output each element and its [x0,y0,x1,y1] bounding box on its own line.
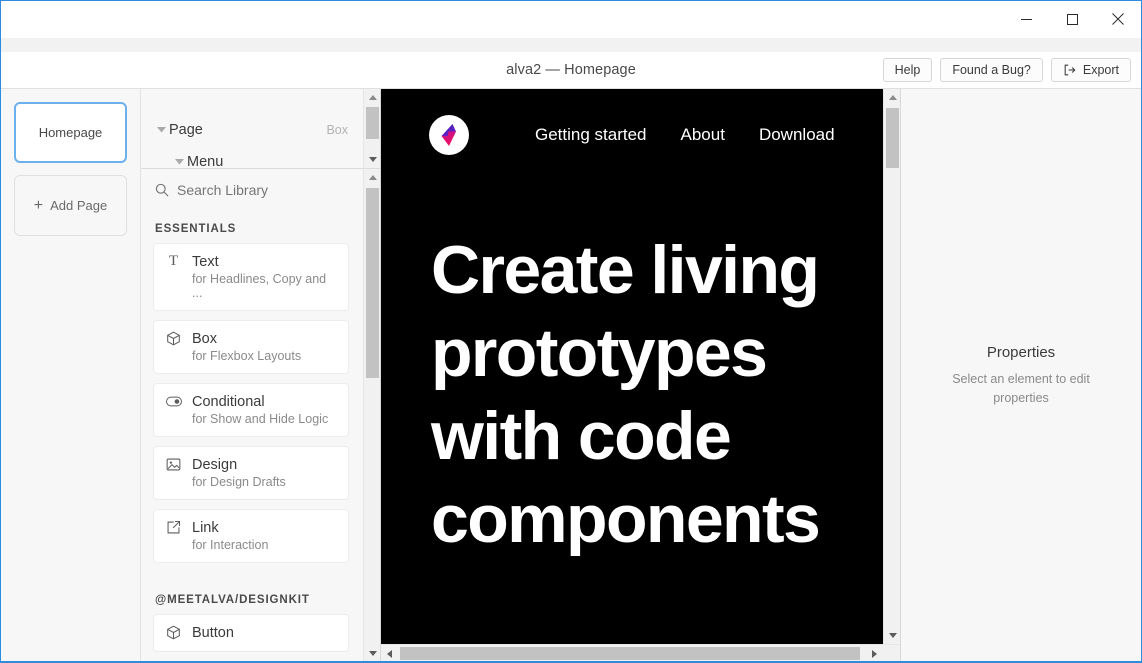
preview-horizontal-scrollbar[interactable] [381,644,900,661]
library-item-name: Text [192,253,219,270]
element-tree-scrollbar[interactable] [363,89,380,168]
lightning-bolt-icon [441,124,456,146]
library-item-desc: for Design Drafts [192,475,286,489]
tree-row-label: Page [169,122,203,138]
add-page-button[interactable]: + Add Page [14,175,127,236]
preview-nav-link-getting-started[interactable]: Getting started [535,125,647,145]
library-item-name: Button [192,624,234,641]
preview-nav-links: Getting started About Download [535,125,835,145]
minimize-icon [1020,18,1032,20]
found-a-bug-button[interactable]: Found a Bug? [940,58,1043,82]
library-item-desc: for Headlines, Copy and ... [192,272,327,300]
text-icon: T [168,253,179,269]
toggle-icon [165,393,182,410]
properties-hint: Select an element to edit properties [952,372,1090,405]
library-section-title: @MEETALVA/DESIGNKIT [155,594,310,606]
library-item-desc: for Flexbox Layouts [192,349,302,363]
tree-row-page[interactable]: Page Box [141,114,380,146]
external-link-icon [165,519,182,536]
image-icon [165,456,182,473]
library-item-name: Design [192,456,238,473]
library-item-desc: for Show and Hide Logic [192,412,329,426]
scroll-up-icon[interactable] [364,169,380,186]
export-button[interactable]: Export [1050,58,1131,82]
library-item-conditional[interactable]: Conditional for Show and Hide Logic [153,383,349,437]
library-item-name: Link [192,519,219,536]
chevron-down-icon[interactable] [153,127,169,133]
chrome-actions: Help Found a Bug? Export [882,58,1131,82]
app-chrome-bar: alva2 — Homepage Help Found a Bug? Expor… [1,52,1141,89]
close-icon [1112,13,1124,25]
maximize-icon [1066,13,1078,25]
library-item-link[interactable]: Link for Interaction [153,509,349,563]
chevron-down-icon[interactable] [171,159,187,165]
plus-icon: + [33,196,44,214]
scrollbar-thumb[interactable] [366,188,379,378]
preview-nav-link-about[interactable]: About [681,125,725,145]
preview-area: Getting started About Download Create li… [381,89,901,661]
search-icon [155,183,169,197]
preview-canvas[interactable]: Getting started About Download Create li… [381,89,885,644]
scroll-up-icon[interactable] [884,89,901,106]
export-icon [1064,64,1076,76]
maximize-button[interactable] [1049,1,1095,37]
scroll-down-icon[interactable] [364,151,380,168]
library-section-title: ESSENTIALS [155,223,237,235]
scroll-down-icon[interactable] [884,627,901,644]
scrollbar-thumb[interactable] [400,647,860,660]
element-tree-list: Page Box Menu [141,89,380,169]
library-item-name: Conditional [192,393,265,410]
page-tile-homepage[interactable]: Homepage [14,102,127,163]
add-page-label: Add Page [50,198,108,213]
help-button[interactable]: Help [882,58,933,82]
scroll-left-icon[interactable] [381,645,398,661]
library-item-button[interactable]: Button [153,614,349,652]
cube-icon [165,624,182,641]
close-button[interactable] [1095,1,1141,37]
left-panel: Page Box Menu Search Library ESSENTIALS … [141,89,381,661]
tree-row-label: Menu [187,154,224,169]
library-item-text[interactable]: T Text for Headlines, Copy and ... [153,243,349,311]
element-tree: Page Box Menu [141,89,380,169]
library-panel: Search Library ESSENTIALS T Text for Hea… [141,169,380,661]
scroll-down-icon[interactable] [364,645,380,661]
window-titlebar [1,1,1141,38]
found-a-bug-button-label: Found a Bug? [952,63,1031,77]
cube-icon [165,330,182,347]
minimize-button[interactable] [1003,1,1049,37]
search-input[interactable]: Search Library [153,169,349,211]
pages-sidebar: Homepage + Add Page [1,89,141,661]
search-placeholder: Search Library [177,182,269,198]
main-area: Homepage + Add Page Page Box Menu Search… [1,89,1141,661]
page-tile-label: Homepage [38,125,103,140]
preview-nav-link-download[interactable]: Download [759,125,835,145]
library-content: Search Library ESSENTIALS T Text for Hea… [141,169,361,652]
preview-headline: Create living prototypes with code compo… [431,232,821,557]
library-item-design[interactable]: Design for Design Drafts [153,446,349,500]
properties-title: Properties [986,344,1056,362]
help-button-label: Help [894,63,921,77]
preview-vertical-scrollbar[interactable] [883,89,900,644]
app-window: alva2 — Homepage Help Found a Bug? Expor… [0,0,1142,663]
tree-row-menu[interactable]: Menu [141,146,380,169]
library-item-box[interactable]: Box for Flexbox Layouts [153,320,349,374]
tree-row-type: Box [326,123,348,137]
scrollbar-thumb[interactable] [886,108,899,168]
toolbar-strip [1,38,1141,52]
alva-lightning-logo [429,115,469,155]
scrollbar-thumb[interactable] [366,107,379,139]
properties-panel: Properties Select an element to edit pro… [901,89,1141,661]
library-item-name: Box [192,330,217,347]
library-scrollbar[interactable] [363,169,380,661]
scroll-right-icon[interactable] [866,645,883,661]
scroll-up-icon[interactable] [364,89,380,106]
library-item-desc: for Interaction [192,538,269,552]
export-button-label: Export [1082,63,1119,77]
preview-navbar: Getting started About Download [381,89,885,155]
